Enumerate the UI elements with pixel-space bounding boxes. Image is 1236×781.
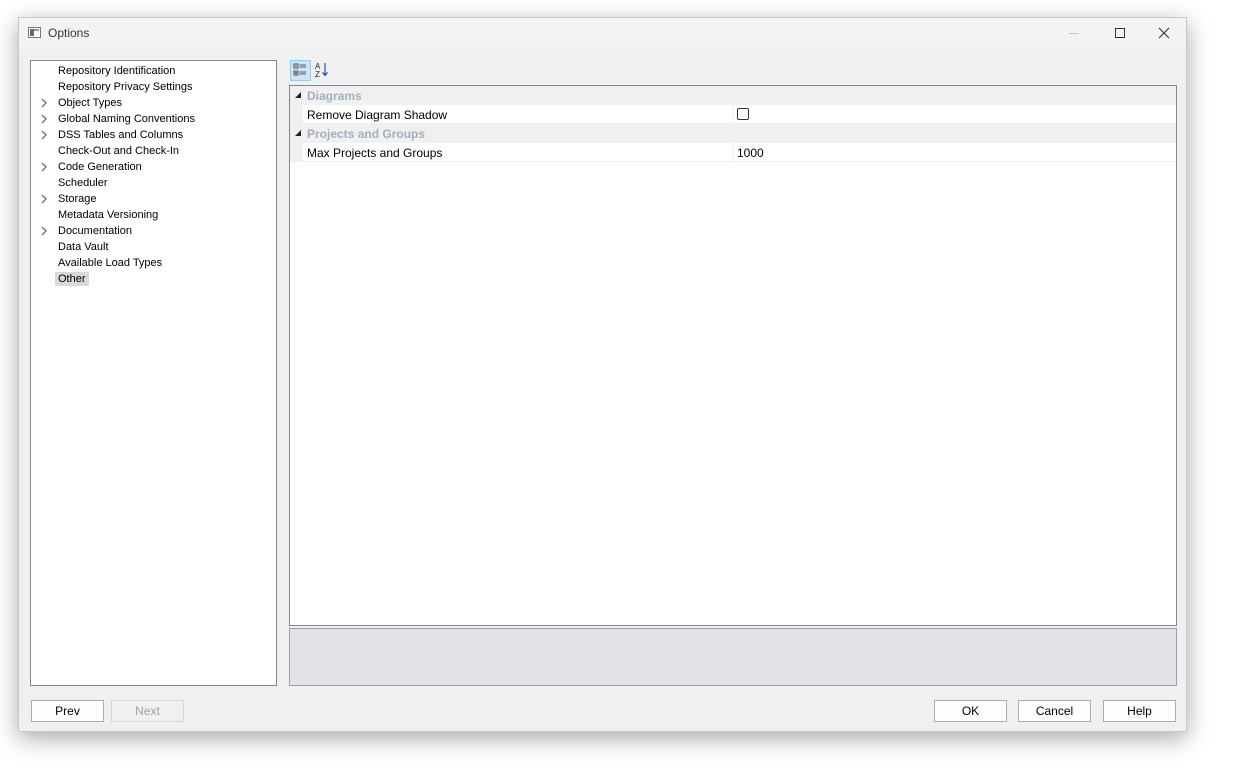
tree-item-label: Object Types xyxy=(58,97,122,109)
tree-item-available-load-types[interactable]: Available Load Types xyxy=(31,255,276,271)
options-dialog: Options Repository Identification Reposi… xyxy=(18,17,1187,732)
tree-item-data-vault[interactable]: Data Vault xyxy=(31,239,276,255)
tree-item-label: Other xyxy=(55,272,89,286)
tree-item-label: Check-Out and Check-In xyxy=(58,145,180,157)
property-row-remove-diagram-shadow[interactable]: Remove Diagram Shadow xyxy=(290,105,1176,124)
chevron-right-icon[interactable] xyxy=(40,98,48,108)
close-button[interactable] xyxy=(1141,18,1187,49)
row-gutter xyxy=(290,143,303,162)
max-projects-value-field[interactable]: 1000 xyxy=(737,146,764,160)
category-label: Projects and Groups xyxy=(307,127,426,141)
property-grid[interactable]: Diagrams Remove Diagram Shadow Projects … xyxy=(289,85,1177,626)
chevron-right-icon[interactable] xyxy=(40,194,48,204)
tree-item-code-generation[interactable]: Code Generation xyxy=(31,159,276,175)
title-bar: Options xyxy=(19,18,1186,49)
sort-alphabetical-icon: A Z xyxy=(315,62,328,79)
tree-item-metadata-versioning[interactable]: Metadata Versioning xyxy=(31,207,276,223)
svg-text:Z: Z xyxy=(315,70,320,79)
tree-item-global-naming-conventions[interactable]: Global Naming Conventions xyxy=(31,111,276,127)
property-row-max-projects-and-groups[interactable]: Max Projects and Groups 1000 xyxy=(290,143,1176,162)
alphabetical-sort-button[interactable]: A Z xyxy=(313,60,334,81)
cancel-button[interactable]: Cancel xyxy=(1018,700,1091,722)
tree-item-other[interactable]: Other xyxy=(31,271,276,287)
maximize-button[interactable] xyxy=(1097,18,1143,49)
tree-item-label: Storage xyxy=(58,193,97,205)
prev-button[interactable]: Prev xyxy=(31,700,104,722)
tree-item-label: Metadata Versioning xyxy=(58,209,159,221)
row-gutter xyxy=(290,105,303,124)
column-divider[interactable] xyxy=(733,105,734,124)
categorized-view-icon xyxy=(293,63,306,76)
tree-item-label: Global Naming Conventions xyxy=(58,113,195,125)
tree-item-scheduler[interactable]: Scheduler xyxy=(31,175,276,191)
chevron-right-icon[interactable] xyxy=(40,226,48,236)
property-name: Max Projects and Groups xyxy=(307,146,443,160)
remove-diagram-shadow-checkbox[interactable] xyxy=(737,108,749,120)
minimize-button[interactable] xyxy=(1051,18,1097,49)
tree-item-label: DSS Tables and Columns xyxy=(58,129,184,141)
tree-item-label: Available Load Types xyxy=(58,257,163,269)
tree-item-dss-tables-and-columns[interactable]: DSS Tables and Columns xyxy=(31,127,276,143)
category-diagrams[interactable]: Diagrams xyxy=(290,86,1176,105)
tree-item-label: Code Generation xyxy=(58,161,142,173)
chevron-right-icon[interactable] xyxy=(40,130,48,140)
tree-item-label: Repository Privacy Settings xyxy=(58,81,193,93)
collapse-triangle-icon[interactable] xyxy=(294,91,302,99)
ok-button[interactable]: OK xyxy=(934,700,1007,722)
property-description-pane xyxy=(289,628,1177,686)
tree-item-label: Scheduler xyxy=(58,177,108,189)
tree-item-repository-identification[interactable]: Repository Identification xyxy=(31,63,276,79)
property-name: Remove Diagram Shadow xyxy=(307,108,448,122)
tree-item-label: Repository Identification xyxy=(58,65,176,77)
tree-item-object-types[interactable]: Object Types xyxy=(31,95,276,111)
tree-item-check-out-and-check-in[interactable]: Check-Out and Check-In xyxy=(31,143,276,159)
collapse-triangle-icon[interactable] xyxy=(294,129,302,137)
column-divider[interactable] xyxy=(733,143,734,162)
category-projects-and-groups[interactable]: Projects and Groups xyxy=(290,124,1176,143)
app-window-icon xyxy=(28,27,41,38)
next-button[interactable]: Next xyxy=(111,700,184,722)
window-title: Options xyxy=(48,26,90,40)
tree-item-documentation[interactable]: Documentation xyxy=(31,223,276,239)
categorized-view-button[interactable] xyxy=(290,60,311,81)
tree-item-label: Data Vault xyxy=(58,241,109,253)
chevron-right-icon[interactable] xyxy=(40,162,48,172)
options-tree[interactable]: Repository Identification Repository Pri… xyxy=(30,60,277,686)
tree-item-storage[interactable]: Storage xyxy=(31,191,276,207)
tree-item-label: Documentation xyxy=(58,225,132,237)
close-icon xyxy=(1158,27,1170,39)
tree-item-repository-privacy-settings[interactable]: Repository Privacy Settings xyxy=(31,79,276,95)
help-button[interactable]: Help xyxy=(1103,700,1176,722)
category-label: Diagrams xyxy=(307,89,362,103)
chevron-right-icon[interactable] xyxy=(40,114,48,124)
